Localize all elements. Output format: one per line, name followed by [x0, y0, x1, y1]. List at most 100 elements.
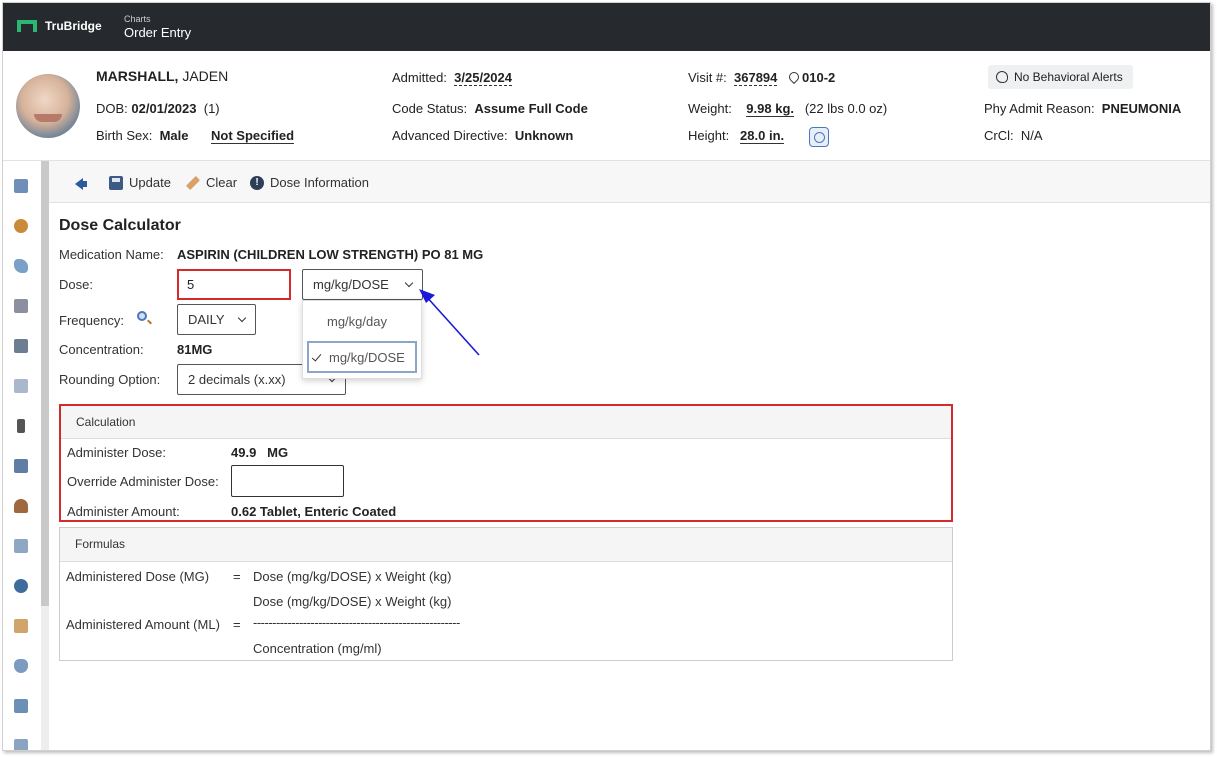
administer-dose-value: 49.9 MG	[231, 445, 288, 460]
patient-banner: MARSHALL, JADEN DOB: 02/01/2023 (1) Birt…	[3, 51, 1210, 161]
administer-amount-value: 0.62 Tablet, Enteric Coated	[231, 504, 397, 519]
chevron-down-icon	[237, 313, 247, 323]
gender-identity[interactable]: Not Specified	[211, 128, 295, 144]
visit-label: Visit #:	[688, 70, 727, 85]
patient-first-name: JADEN	[182, 68, 229, 84]
admit-reason-value: PNEUMONIA	[1101, 101, 1182, 116]
dose-input[interactable]	[177, 269, 291, 300]
formula-amount-denominator: Concentration (mg/ml)	[253, 641, 382, 656]
frequency-select[interactable]: DAILY	[177, 304, 256, 335]
patient-avatar	[16, 74, 80, 138]
rounding-label: Rounding Option:	[59, 372, 161, 387]
back-arrow-icon[interactable]	[75, 178, 87, 190]
clock-icon[interactable]	[14, 219, 28, 233]
admit-reason-row: Phy Admit Reason: PNEUMONIA	[984, 101, 1181, 116]
update-label: Update	[129, 175, 171, 190]
medication-icon[interactable]	[14, 299, 28, 313]
height-value[interactable]: 28.0 in.	[740, 128, 785, 144]
admitted-value[interactable]: 3/25/2024	[454, 70, 512, 86]
birth-sex-label: Birth Sex:	[96, 128, 153, 143]
room-value: 010-2	[802, 70, 836, 85]
admitted-row: Admitted: 3/25/2024	[392, 70, 512, 86]
app-window: TruBridge Charts Order Entry MARSHALL, J…	[2, 2, 1211, 751]
document-icon[interactable]	[14, 379, 28, 393]
concentration-value: 81MG	[177, 342, 213, 357]
advanced-directive-label: Advanced Directive:	[392, 128, 508, 143]
checkmark-icon	[311, 351, 322, 362]
frequency-label: Frequency:	[59, 313, 125, 328]
dose-information-label: Dose Information	[270, 175, 369, 190]
chart-summary-icon[interactable]	[14, 179, 28, 193]
person-icon[interactable]	[14, 499, 28, 513]
left-sidebar	[3, 161, 41, 750]
code-status-value: Assume Full Code	[474, 101, 588, 116]
admit-reason-label: Phy Admit Reason:	[984, 101, 1095, 116]
list-icon[interactable]	[14, 459, 28, 473]
top-bar: TruBridge Charts Order Entry	[3, 3, 1210, 51]
crcl-value: N/A	[1020, 128, 1043, 143]
code-status-label: Code Status:	[392, 101, 468, 116]
dose-unit-selected: mg/kg/DOSE	[313, 277, 389, 292]
clear-button[interactable]: Clear	[185, 175, 237, 190]
dose-unit-select[interactable]: mg/kg/DOSE	[302, 269, 423, 300]
annotation-arrow	[419, 289, 480, 356]
patient-last-name: MARSHALL,	[96, 68, 179, 84]
dob-row: DOB: 02/01/2023 (1)	[96, 101, 220, 116]
calculation-header: Calculation	[61, 406, 951, 439]
vitals-icon[interactable]	[14, 619, 28, 633]
patient-name[interactable]: MARSHALL, JADEN	[96, 68, 228, 84]
brand-logo[interactable]: TruBridge	[17, 19, 102, 33]
height-label: Height:	[688, 128, 730, 143]
chevron-down-icon	[404, 278, 414, 288]
administer-dose-number: 49.9	[231, 445, 257, 460]
clipboard-icon[interactable]	[14, 739, 28, 750]
visit-value[interactable]: 367894	[734, 70, 778, 86]
option-label: mg/kg/DOSE	[329, 349, 405, 365]
administer-dose-unit: MG	[267, 445, 289, 460]
behavioral-alerts-badge[interactable]: No Behavioral Alerts	[988, 65, 1133, 89]
search-icon[interactable]	[137, 311, 147, 321]
breadcrumb-section[interactable]: Charts	[124, 14, 151, 24]
calculation-section: Calculation Administer Dose: 49.9 MG Ove…	[59, 404, 953, 522]
visit-row: Visit #: 367894 010-2	[688, 69, 836, 86]
code-status-row: Code Status: Assume Full Code	[392, 101, 588, 116]
dose-unit-option-dose[interactable]: mg/kg/DOSE	[307, 341, 417, 373]
behavioral-alerts-text: No Behavioral Alerts	[1014, 70, 1123, 84]
order-entry-icon[interactable]	[14, 259, 28, 273]
weight-scale-icon[interactable]	[809, 127, 829, 147]
page-title: Order Entry	[124, 25, 192, 40]
dose-label: Dose:	[59, 277, 93, 292]
weight-alt-value: (22 lbs 0.0 oz)	[804, 101, 888, 116]
advanced-directive-value: Unknown	[514, 128, 574, 143]
override-dose-input[interactable]	[231, 465, 344, 497]
weight-value[interactable]: 9.98 kg.	[746, 101, 794, 117]
formula-amount-label: Administered Amount (ML)	[66, 617, 220, 632]
weight-row: Weight: 9.98 kg. (22 lbs 0.0 oz)	[688, 101, 888, 117]
notes-icon[interactable]	[14, 539, 28, 553]
weight-label: Weight:	[688, 101, 732, 116]
advanced-directive-row: Advanced Directive: Unknown	[392, 128, 573, 143]
override-dose-label: Override Administer Dose:	[67, 474, 219, 489]
action-toolbar: Update Clear ! Dose Information	[49, 161, 1210, 203]
globe-icon[interactable]	[14, 579, 28, 593]
transfer-icon[interactable]	[14, 699, 28, 713]
concentration-label: Concentration:	[59, 342, 144, 357]
frequency-selected: DAILY	[188, 312, 225, 327]
dose-unit-option-day[interactable]: mg/kg/day	[307, 305, 417, 337]
administer-amount-label: Administer Amount:	[67, 504, 180, 519]
dose-information-button[interactable]: ! Dose Information	[250, 175, 369, 190]
dob-value: 02/01/2023	[131, 101, 197, 116]
dose-unit-dropdown: mg/kg/day mg/kg/DOSE	[302, 300, 422, 379]
head-icon	[996, 71, 1008, 83]
printer-icon[interactable]	[14, 339, 28, 353]
lab-flask-icon[interactable]	[14, 659, 28, 673]
gender-identity-value: Not Specified	[211, 128, 295, 144]
formulas-section: Formulas Administered Dose (MG) = Dose (…	[59, 527, 953, 661]
sidebar-scrollbar-thumb[interactable]	[41, 161, 49, 606]
update-button[interactable]: Update	[109, 175, 171, 190]
medication-name-label: Medication Name:	[59, 247, 164, 262]
alert-info-icon: !	[250, 175, 264, 190]
formula-dose-equals: =	[233, 569, 241, 584]
device-icon[interactable]	[17, 419, 25, 433]
option-label: mg/kg/day	[327, 313, 387, 329]
